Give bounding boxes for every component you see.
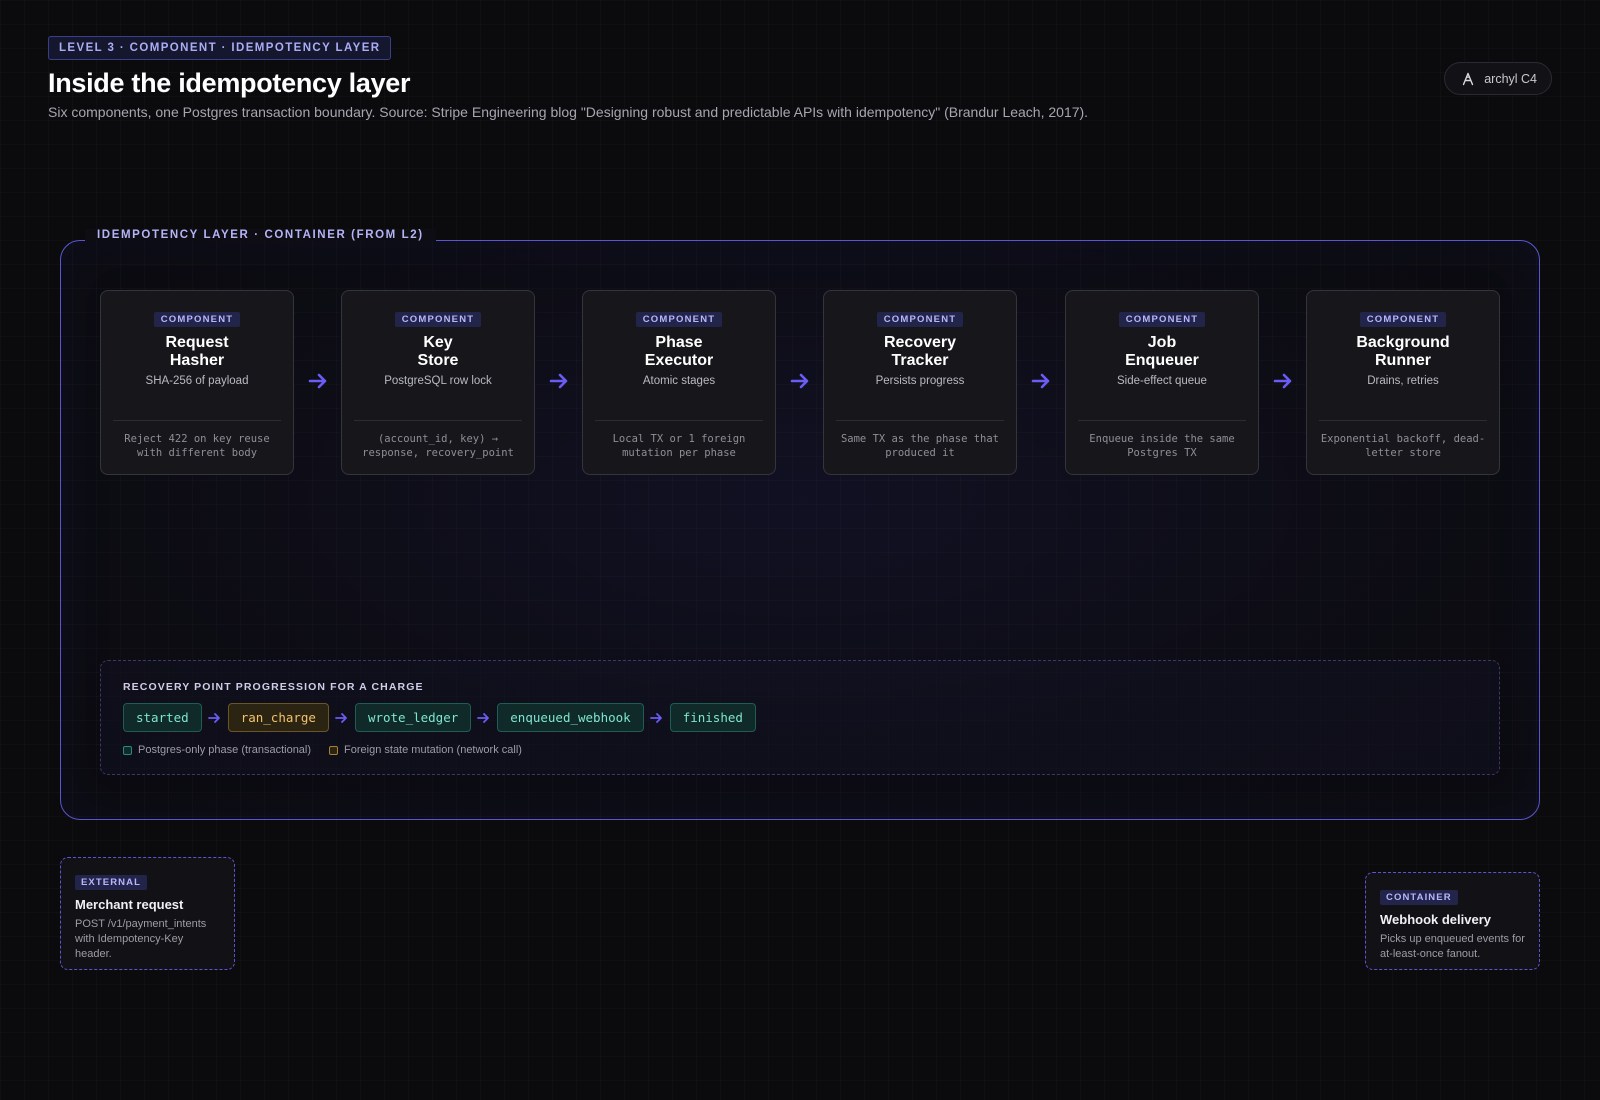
container-title: Webhook delivery	[1380, 912, 1492, 927]
external-merchant-request[interactable]: EXTERNAL Merchant request POST /v1/payme…	[60, 857, 235, 970]
step-wrote-ledger[interactable]: wrote_ledger	[354, 703, 472, 732]
step-enqueued-webhook[interactable]: enqueued_webhook	[497, 703, 644, 732]
legend-postgres: Postgres-only phase (transactional)	[123, 744, 311, 756]
component-note: Local TX or 1 foreign mutation per phase	[612, 433, 746, 459]
component-request-hasher[interactable]: COMPONENT Request Hasher SHA-256 of payl…	[100, 290, 294, 475]
progression-legend: Postgres-only phase (transactional) Fore…	[123, 744, 522, 756]
component-desc: Drains, retries	[1367, 375, 1439, 387]
container-tag: CONTAINER	[1380, 890, 1458, 905]
legend-label: Foreign state mutation (network call)	[344, 744, 522, 756]
component-desc: Atomic stages	[642, 375, 716, 387]
arrow-right-icon	[1273, 373, 1292, 389]
container-desc: Picks up enqueued events for at-least-on…	[1380, 933, 1525, 960]
brand-pill[interactable]: archyl C4	[1444, 62, 1552, 95]
legend-swatch-postgres	[123, 745, 132, 755]
component-tag: COMPONENT	[153, 312, 241, 327]
step-started[interactable]: started	[123, 703, 202, 732]
legend-swatch-foreign	[329, 745, 339, 755]
component-note: Exponential backoff, dead-letter store	[1320, 433, 1486, 459]
component-name: Background Runner	[1356, 334, 1450, 369]
recovery-progression-panel: RECOVERY POINT PROGRESSION FOR A CHARGE …	[100, 660, 1500, 775]
component-note: Reject 422 on key reuse with different b…	[124, 433, 270, 459]
component-name: Phase Executor	[644, 334, 714, 369]
component-tag: COMPONENT	[394, 312, 482, 327]
component-name: Key Store	[417, 334, 459, 369]
component-tag: COMPONENT	[876, 312, 964, 327]
container-webhook-delivery[interactable]: CONTAINER Webhook delivery Picks up enqu…	[1365, 872, 1540, 970]
component-divider	[595, 420, 763, 421]
page-subtitle: Six components, one Postgres transaction…	[48, 104, 1089, 120]
component-divider	[354, 420, 522, 421]
component-job-enqueuer[interactable]: COMPONENT Job Enqueuer Side-effect queue…	[1065, 290, 1259, 475]
level-badge: LEVEL 3 · COMPONENT · IDEMPOTENCY LAYER	[48, 36, 392, 60]
component-desc: PostgreSQL row lock	[384, 375, 492, 387]
component-note: (account_id, key) → response, recovery_p…	[362, 433, 514, 459]
page-title: Inside the idempotency layer	[48, 68, 411, 98]
component-desc: Side-effect queue	[1117, 375, 1207, 387]
arrow-right-icon	[308, 373, 327, 389]
arrow-right-icon	[471, 711, 497, 725]
progression-title: RECOVERY POINT PROGRESSION FOR A CHARGE	[123, 681, 424, 693]
step-finished[interactable]: finished	[669, 703, 756, 732]
component-desc: SHA-256 of payload	[145, 375, 249, 387]
component-recovery-tracker[interactable]: COMPONENT Recovery Tracker Persists prog…	[823, 290, 1017, 475]
component-note: Enqueue inside the same Postgres TX	[1089, 433, 1235, 459]
component-desc: Persists progress	[875, 375, 965, 387]
component-tag: COMPONENT	[1118, 312, 1206, 327]
progression-steps: started ran_charge wrote_ledger enqueued…	[123, 703, 756, 732]
component-key-store[interactable]: COMPONENT Key Store PostgreSQL row lock …	[341, 290, 535, 475]
external-tag: EXTERNAL	[75, 875, 147, 890]
component-background-runner[interactable]: COMPONENT Background Runner Drains, retr…	[1306, 290, 1500, 475]
component-name: Job Enqueuer	[1125, 334, 1199, 369]
component-divider	[836, 420, 1004, 421]
component-tag: COMPONENT	[1359, 312, 1447, 327]
arrow-right-icon	[202, 711, 228, 725]
step-ran-charge[interactable]: ran_charge	[227, 703, 329, 732]
archyl-logo-icon	[1463, 72, 1474, 85]
arrow-right-icon	[1031, 373, 1050, 389]
container-label: IDEMPOTENCY LAYER · CONTAINER (FROM L2)	[85, 229, 436, 241]
external-title: Merchant request	[75, 897, 184, 912]
component-note: Same TX as the phase that produced it	[840, 433, 1000, 459]
component-divider	[1078, 420, 1246, 421]
arrow-right-icon	[329, 711, 355, 725]
component-divider	[1319, 420, 1487, 421]
component-name: Recovery Tracker	[883, 334, 957, 369]
brand-label: archyl C4	[1484, 71, 1537, 86]
arrow-right-icon	[790, 373, 809, 389]
component-tag: COMPONENT	[635, 312, 723, 327]
arrow-right-icon	[549, 373, 568, 389]
external-desc: POST /v1/payment_intents with Idempotenc…	[75, 918, 207, 960]
legend-label: Postgres-only phase (transactional)	[138, 744, 312, 756]
component-divider	[113, 420, 281, 421]
component-name: Request Hasher	[165, 334, 229, 369]
arrow-right-icon	[644, 711, 670, 725]
component-phase-executor[interactable]: COMPONENT Phase Executor Atomic stages L…	[582, 290, 776, 475]
legend-foreign: Foreign state mutation (network call)	[329, 744, 522, 756]
